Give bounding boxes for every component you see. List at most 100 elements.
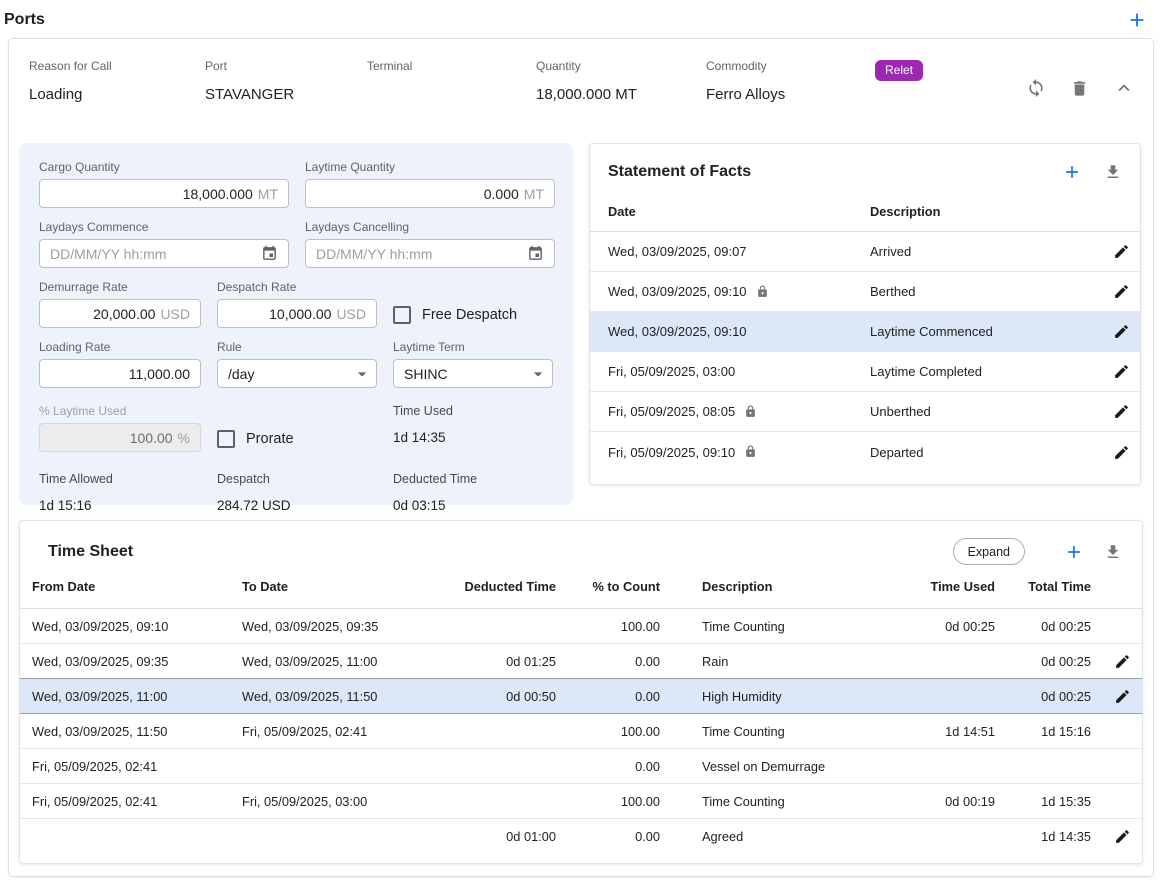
- laytime-quantity-input[interactable]: 0.000 MT: [305, 179, 555, 208]
- prorate-checkbox[interactable]: [217, 430, 235, 448]
- field-label: Laytime Quantity: [305, 160, 555, 174]
- sof-row[interactable]: Wed, 03/09/2025, 09:07 Arrived: [590, 232, 1140, 272]
- timesheet-table-body: Wed, 03/09/2025, 09:10 Wed, 03/09/2025, …: [20, 609, 1142, 854]
- pencil-icon: [1113, 363, 1130, 380]
- ts-col-deducted-time: Deducted Time: [460, 579, 556, 594]
- field-label: Reason for Call: [29, 59, 205, 73]
- relet-badge: Relet: [875, 60, 923, 81]
- sof-table-body: Wed, 03/09/2025, 09:07 Arrived Wed, 03/0…: [590, 232, 1140, 472]
- ts-from-date: Wed, 03/09/2025, 11:00: [32, 689, 242, 704]
- pencil-icon: [1113, 323, 1130, 340]
- ts-col-pct-to-count: % to Count: [556, 579, 660, 594]
- download-icon: [1104, 543, 1122, 561]
- port-card: Reason for Call Loading Port STAVANGER T…: [8, 38, 1154, 877]
- sof-row[interactable]: Wed, 03/09/2025, 09:10 Berthed: [590, 272, 1140, 312]
- ts-from-date: Wed, 03/09/2025, 09:10: [32, 619, 242, 634]
- ts-deducted-time: 0d 01:25: [460, 654, 556, 669]
- plus-icon: [1062, 162, 1082, 182]
- field-value: Loading: [29, 86, 205, 103]
- timesheet-row[interactable]: Wed, 03/09/2025, 11:00 Wed, 03/09/2025, …: [20, 679, 1142, 714]
- cargo-quantity-input[interactable]: 18,000.000 MT: [39, 179, 289, 208]
- free-despatch-field: Free Despatch: [393, 301, 553, 328]
- ts-to-date: Fri, 05/09/2025, 03:00: [242, 794, 460, 809]
- ts-total-time: 1d 15:16: [995, 724, 1091, 739]
- free-despatch-checkbox[interactable]: [393, 306, 411, 324]
- laytime-quantity-field: Laytime Quantity 0.000 MT: [305, 160, 555, 208]
- despatch-stat: Despatch 284.72 USD: [217, 472, 377, 513]
- calendar-icon[interactable]: [261, 245, 278, 262]
- edit-button[interactable]: [1114, 653, 1131, 670]
- sof-row-date-cell: Fri, 05/09/2025, 09:10: [608, 445, 870, 460]
- download-icon: [1104, 163, 1122, 181]
- laydays-commence-field: Laydays Commence DD/MM/YY hh:mm: [39, 220, 289, 268]
- ts-time-used: 0d 00:25: [895, 619, 995, 634]
- delete-port-button[interactable]: [1070, 79, 1089, 98]
- calendar-icon[interactable]: [527, 245, 544, 262]
- recalculate-button[interactable]: [1026, 78, 1046, 98]
- edit-button[interactable]: [1113, 243, 1130, 260]
- field-label: Demurrage Rate: [39, 280, 201, 294]
- ts-to-date: Fri, 05/09/2025, 02:41: [242, 724, 460, 739]
- field-value: STAVANGER: [205, 86, 367, 103]
- loading-rate-input[interactable]: 11,000.00: [39, 359, 201, 388]
- sof-row-description: Berthed: [870, 284, 916, 299]
- ts-pct-to-count: 0.00: [556, 759, 660, 774]
- ts-pct-to-count: 0.00: [556, 654, 660, 669]
- ts-from-date: Wed, 03/09/2025, 11:50: [32, 724, 242, 739]
- pencil-icon: [1113, 444, 1130, 461]
- laytime-calc-panel: Cargo Quantity 18,000.000 MT Laytime Qua…: [19, 143, 573, 505]
- sof-row-date: Wed, 03/09/2025, 09:10: [608, 324, 747, 339]
- demurrage-rate-input[interactable]: 20,000.00 USD: [39, 299, 201, 328]
- checkbox-label: Free Despatch: [422, 307, 517, 323]
- sof-download-button[interactable]: [1104, 163, 1122, 181]
- ts-total-time: 1d 15:35: [995, 794, 1091, 809]
- stat-value: 1d 15:16: [39, 498, 201, 513]
- rule-select[interactable]: /day: [217, 359, 377, 388]
- sof-row[interactable]: Fri, 05/09/2025, 03:00 Laytime Completed: [590, 352, 1140, 392]
- field-label: Rule: [217, 340, 377, 354]
- edit-button[interactable]: [1113, 403, 1130, 420]
- laydays-cancelling-input[interactable]: DD/MM/YY hh:mm: [305, 239, 555, 268]
- timesheet-add-button[interactable]: [1064, 542, 1084, 562]
- lock-icon: [744, 445, 757, 458]
- timesheet-row[interactable]: Fri, 05/09/2025, 02:41 0.00 Vessel on De…: [20, 749, 1142, 784]
- stat-label: Time Allowed: [39, 472, 201, 486]
- despatch-rate-input[interactable]: 10,000.00 USD: [217, 299, 377, 328]
- laytime-term-select[interactable]: SHINC: [393, 359, 553, 388]
- timesheet-download-button[interactable]: [1104, 543, 1122, 561]
- edit-button[interactable]: [1114, 688, 1131, 705]
- timesheet-row[interactable]: Wed, 03/09/2025, 09:10 Wed, 03/09/2025, …: [20, 609, 1142, 644]
- port-actions: [1026, 77, 1135, 99]
- ts-from-date: Wed, 03/09/2025, 09:35: [32, 654, 242, 669]
- field-label: Port: [205, 59, 367, 73]
- timesheet-row[interactable]: Wed, 03/09/2025, 11:50 Fri, 05/09/2025, …: [20, 714, 1142, 749]
- timesheet-title: Time Sheet: [48, 543, 953, 561]
- edit-button[interactable]: [1113, 283, 1130, 300]
- edit-button[interactable]: [1113, 363, 1130, 380]
- timesheet-row[interactable]: Fri, 05/09/2025, 02:41 Fri, 05/09/2025, …: [20, 784, 1142, 819]
- add-port-button[interactable]: [1126, 9, 1148, 31]
- timesheet-row[interactable]: Wed, 03/09/2025, 09:35 Wed, 03/09/2025, …: [20, 644, 1142, 679]
- ts-description: Time Counting: [660, 724, 895, 739]
- checkbox-label: Prorate: [246, 431, 294, 447]
- field-label: Laydays Commence: [39, 220, 289, 234]
- edit-button[interactable]: [1114, 828, 1131, 845]
- sof-row[interactable]: Fri, 05/09/2025, 08:05 Unberthed: [590, 392, 1140, 432]
- sof-row[interactable]: Wed, 03/09/2025, 09:10 Laytime Commenced: [590, 312, 1140, 352]
- collapse-port-button[interactable]: [1113, 77, 1135, 99]
- chevron-up-icon: [1113, 77, 1135, 99]
- page-title: Ports: [4, 11, 45, 29]
- edit-button[interactable]: [1113, 323, 1130, 340]
- timesheet-row[interactable]: 0d 01:00 0.00 Agreed 1d 14:35: [20, 819, 1142, 854]
- sof-row-date-cell: Fri, 05/09/2025, 03:00: [608, 364, 870, 379]
- statement-of-facts-card: Statement of Facts Date Description Wed,…: [589, 143, 1141, 485]
- time-used-stat: Time Used 1d 14:35: [393, 404, 553, 452]
- ts-description: High Humidity: [660, 689, 895, 704]
- field-label: Despatch Rate: [217, 280, 377, 294]
- expand-button[interactable]: Expand: [953, 538, 1025, 565]
- ts-actions: [1091, 688, 1131, 705]
- sof-row[interactable]: Fri, 05/09/2025, 09:10 Departed: [590, 432, 1140, 472]
- laydays-commence-input[interactable]: DD/MM/YY hh:mm: [39, 239, 289, 268]
- edit-button[interactable]: [1113, 444, 1130, 461]
- sof-add-button[interactable]: [1062, 162, 1082, 182]
